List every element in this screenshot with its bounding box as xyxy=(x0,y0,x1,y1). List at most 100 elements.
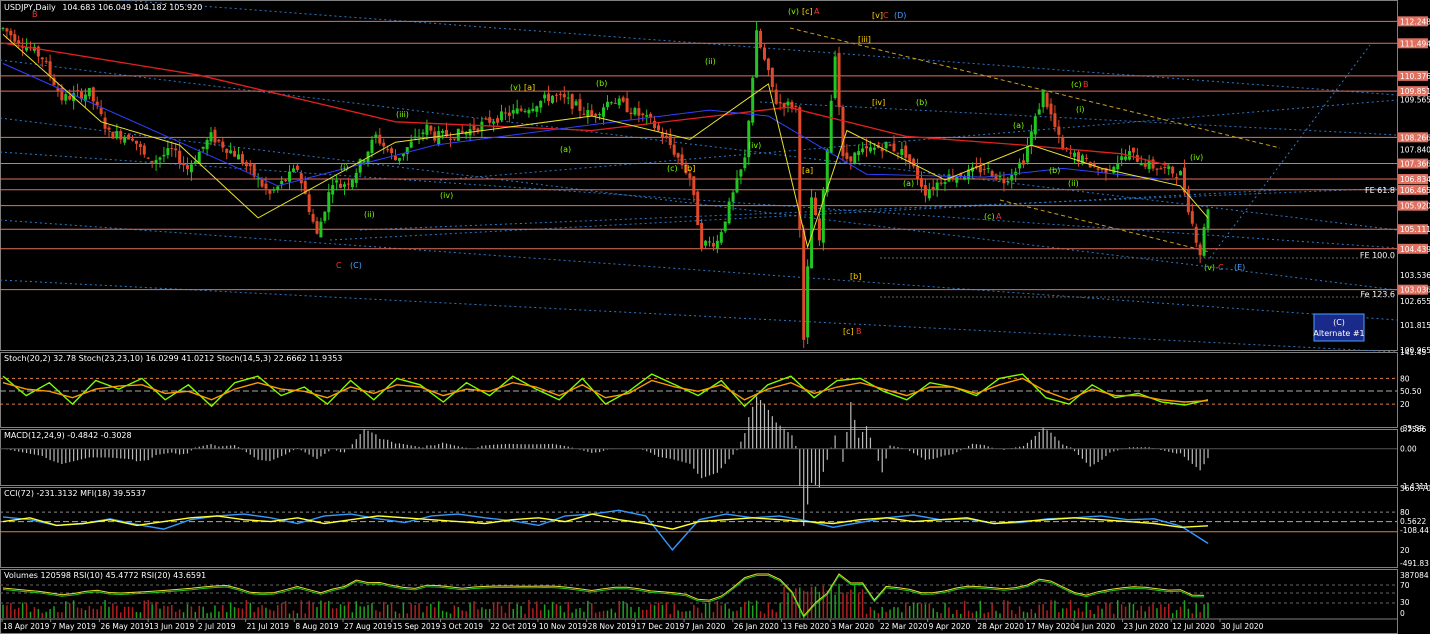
cci-axis-label: -108.4413 xyxy=(1400,526,1430,535)
candle-body xyxy=(1057,126,1061,135)
candle-body xyxy=(1041,90,1045,108)
wave-label: (c) xyxy=(984,212,995,221)
candle-body xyxy=(766,58,770,71)
candle-body xyxy=(291,168,295,172)
candle-body xyxy=(849,156,853,162)
candle-body xyxy=(205,140,209,150)
candle-body xyxy=(417,136,421,139)
volume-axis-label: 70 xyxy=(1400,581,1410,590)
x-axis-label: 27 Aug 2019 xyxy=(344,622,392,631)
candle-body xyxy=(617,98,621,106)
x-axis-label: 21 Jul 2019 xyxy=(247,622,290,631)
wave-label: [v] xyxy=(872,11,883,20)
wave-label: (c) xyxy=(1071,80,1082,89)
candle-body xyxy=(158,157,162,160)
candle-body xyxy=(390,148,394,154)
x-axis-label: 9 Apr 2020 xyxy=(929,622,971,631)
candle-body xyxy=(1049,103,1053,115)
candle-body xyxy=(802,230,806,340)
volume-axis-label: 30 xyxy=(1400,598,1410,607)
candle-body xyxy=(919,178,923,187)
candle-body xyxy=(837,52,841,108)
candle-body xyxy=(570,94,574,109)
candle-body xyxy=(1206,209,1210,229)
candle-body xyxy=(774,89,778,104)
candle-body xyxy=(916,166,920,179)
candle-body xyxy=(9,30,13,36)
candle-body xyxy=(456,128,460,141)
wave-label: (ii) xyxy=(1068,179,1079,188)
candle-body xyxy=(739,169,743,177)
x-axis-label: 3 Oct 2019 xyxy=(441,622,483,631)
candle-body xyxy=(806,266,810,338)
x-axis-label: 28 Apr 2020 xyxy=(977,622,1024,631)
candle-body xyxy=(350,179,354,188)
candle-body xyxy=(452,138,456,140)
wave-label: (D) xyxy=(894,11,906,20)
candle-body xyxy=(605,101,609,108)
candle-body xyxy=(653,120,657,129)
x-axis-label: 28 Nov 2019 xyxy=(588,622,636,631)
x-axis-label: 8 Aug 2019 xyxy=(295,622,338,631)
candle-body xyxy=(480,121,484,132)
wave-label: C xyxy=(1218,263,1224,272)
candle-body xyxy=(829,100,833,153)
x-axis-label: 15 Sep 2019 xyxy=(393,622,441,631)
candle-body xyxy=(719,232,723,243)
candle-body xyxy=(409,141,413,148)
wave-label: C xyxy=(883,11,889,20)
candle-body xyxy=(1116,163,1120,170)
candle-body xyxy=(786,101,790,106)
candle-body xyxy=(131,138,135,141)
candle-body xyxy=(327,192,331,213)
cci-title: CCI(72) -231.3132 MFI(18) 39.5537 xyxy=(4,489,146,498)
volume-rsi-title: Volumes 120598 RSI(10) 45.4772 RSI(20) 4… xyxy=(4,571,206,580)
wave-label: (iii) xyxy=(396,110,409,119)
candle-body xyxy=(711,243,715,247)
candle-body xyxy=(76,90,80,92)
candle-body xyxy=(594,113,598,116)
candle-body xyxy=(87,87,91,97)
candle-body xyxy=(1045,93,1049,108)
candle-body xyxy=(507,112,511,116)
chart-title: USDJPY,Daily 104.683 106.049 104.182 105… xyxy=(4,3,202,12)
candle-body xyxy=(240,154,244,164)
stoch-axis-label: 50.50 xyxy=(1400,387,1422,396)
candle-body xyxy=(982,169,986,171)
candle-body xyxy=(731,192,735,202)
candle-body xyxy=(978,166,982,173)
candle-body xyxy=(68,95,72,100)
wave-label: (a) xyxy=(903,179,914,188)
candle-body xyxy=(213,129,217,143)
candle-body xyxy=(817,218,821,241)
wave-label: A xyxy=(996,212,1002,221)
candle-body xyxy=(1198,244,1202,256)
candle-body xyxy=(986,168,990,170)
candle-body xyxy=(119,131,123,140)
candle-body xyxy=(1159,168,1163,170)
candle-body xyxy=(1061,137,1065,150)
cci-axis-label: 20 xyxy=(1400,546,1410,555)
candle-body xyxy=(307,194,311,213)
candle-body xyxy=(1171,166,1175,174)
fe-123-label: Fe 123.6 xyxy=(1360,290,1395,299)
price-axis-label: 112.248 xyxy=(1400,17,1430,26)
candle-body xyxy=(441,130,445,133)
candle-body xyxy=(323,211,327,221)
volume-axis-label: 387084 xyxy=(1400,571,1429,580)
wave-label: [b] xyxy=(684,164,695,173)
x-axis-label: 2 Jul 2019 xyxy=(198,622,236,631)
cci-axis-label: 366.7702 xyxy=(1400,484,1430,493)
candle-body xyxy=(433,131,437,141)
candle-body xyxy=(492,121,496,124)
candle-body xyxy=(425,124,429,135)
candle-body xyxy=(1,27,5,29)
wave-label: (ii) xyxy=(364,210,375,219)
stoch-axis-label: 80 xyxy=(1400,374,1410,383)
candle-body xyxy=(1053,113,1057,127)
candle-body xyxy=(138,144,142,148)
candle-body xyxy=(515,108,519,114)
wave-label: (b) xyxy=(596,79,607,88)
candle-body xyxy=(625,98,629,113)
candle-body xyxy=(578,99,582,111)
